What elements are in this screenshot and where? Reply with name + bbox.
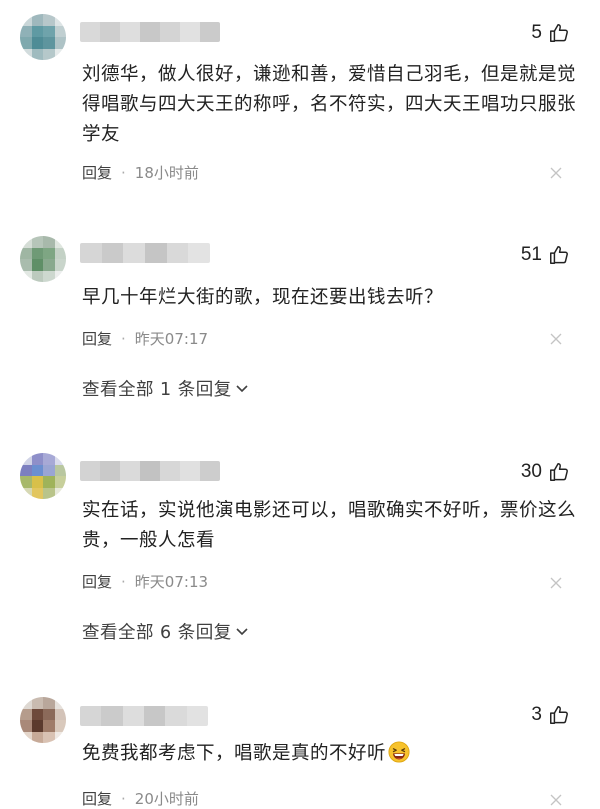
chevron-down-icon xyxy=(236,384,248,392)
grinning-squinting-face-emoji xyxy=(388,741,410,763)
chevron-down-icon xyxy=(236,627,248,635)
like-count: 30 xyxy=(520,461,542,482)
close-icon[interactable] xyxy=(550,794,562,806)
comment-meta: 回复 · 18小时前 xyxy=(82,162,199,183)
close-icon[interactable] xyxy=(550,577,562,589)
comment-meta: 回复 · 昨天07:13 xyxy=(82,571,208,592)
close-icon[interactable] xyxy=(550,333,562,345)
reply-button[interactable]: 回复 xyxy=(82,162,112,183)
avatar[interactable] xyxy=(20,14,66,60)
thumbs-up-icon xyxy=(550,246,568,264)
like-button[interactable]: 30 xyxy=(521,461,570,483)
avatar[interactable] xyxy=(20,236,66,282)
comment-meta: 回复 · 昨天07:17 xyxy=(82,328,208,349)
view-all-replies-link[interactable]: 查看全部 1 条回复 xyxy=(82,376,248,401)
meta-separator: · xyxy=(121,163,126,182)
meta-separator: · xyxy=(121,572,126,591)
comment-time: 昨天07:17 xyxy=(134,330,209,348)
username-blurred[interactable] xyxy=(80,243,210,263)
meta-separator: · xyxy=(121,329,126,348)
like-count: 5 xyxy=(531,22,542,43)
username-blurred[interactable] xyxy=(80,706,208,726)
comment-text: 刘德华，做人很好，谦逊和善，爱惜自己羽毛，但是就是觉得唱歌与四大天王的称呼，名不… xyxy=(82,64,577,145)
reply-button[interactable]: 回复 xyxy=(82,788,112,809)
thumbs-up-icon xyxy=(550,706,568,724)
like-count: 51 xyxy=(520,244,542,265)
comment-time: 昨天07:13 xyxy=(134,573,209,591)
like-button[interactable]: 5 xyxy=(531,22,570,44)
avatar[interactable] xyxy=(20,453,66,499)
comment-text: 免费我都考虑下，唱歌是真的不好听 xyxy=(82,739,577,769)
like-button[interactable]: 51 xyxy=(521,244,570,266)
like-button[interactable]: 3 xyxy=(531,704,570,726)
comment-time: 20小时前 xyxy=(134,790,199,808)
close-icon[interactable] xyxy=(550,167,562,179)
thumbs-up-icon xyxy=(550,24,568,42)
comment-text: 早几十年烂大街的歌，现在还要出钱去听？ xyxy=(82,287,444,308)
comment-time: 18小时前 xyxy=(134,164,199,182)
comment-meta: 回复 · 20小时前 xyxy=(82,788,199,809)
meta-separator: · xyxy=(121,789,126,808)
comment-text-body: 免费我都考虑下，唱歌是真的不好听 xyxy=(82,743,387,764)
view-all-replies-label: 查看全部 1 条回复 xyxy=(82,380,232,400)
username-blurred[interactable] xyxy=(80,461,220,481)
avatar[interactable] xyxy=(20,697,66,743)
username-blurred[interactable] xyxy=(80,22,220,42)
view-all-replies-link[interactable]: 查看全部 6 条回复 xyxy=(82,619,248,644)
thumbs-up-icon xyxy=(550,463,568,481)
comment-text: 实在话，实说他演电影还可以，唱歌确实不好听，票价这么贵，一般人怎看 xyxy=(82,500,577,551)
view-all-replies-label: 查看全部 6 条回复 xyxy=(82,623,232,643)
reply-button[interactable]: 回复 xyxy=(82,328,112,349)
like-count: 3 xyxy=(531,704,542,725)
reply-button[interactable]: 回复 xyxy=(82,571,112,592)
